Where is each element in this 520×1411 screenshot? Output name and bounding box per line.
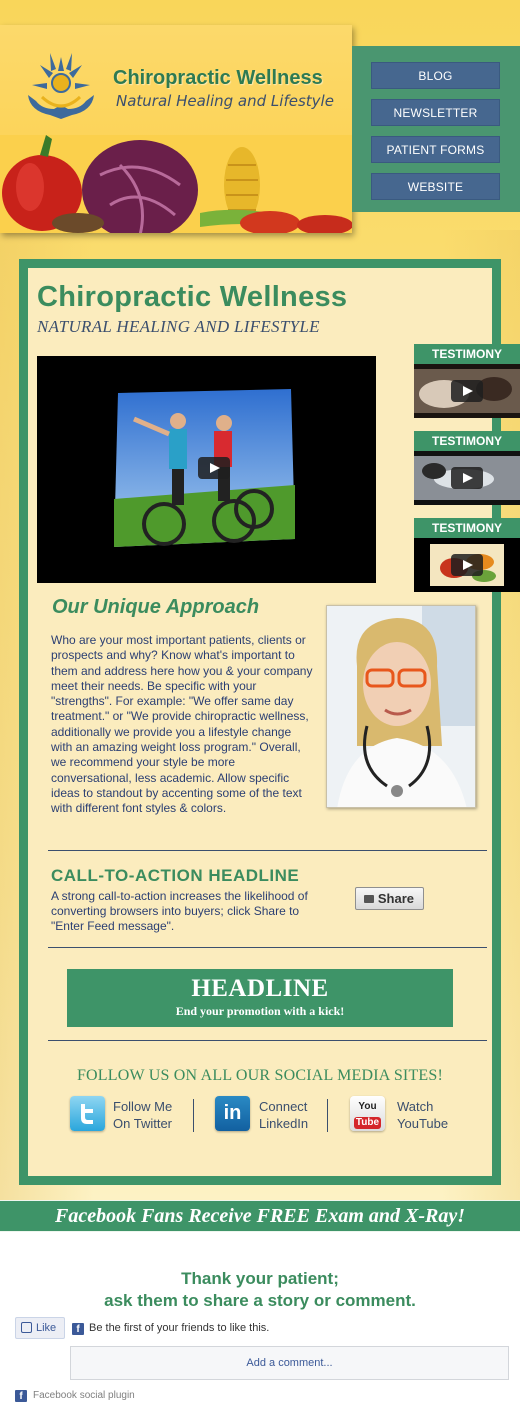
thank-you-line2: ask them to share a story or comment. xyxy=(104,1291,416,1310)
comment-icon xyxy=(364,895,374,903)
thank-you-line1: Thank your patient; xyxy=(181,1269,339,1288)
share-button[interactable]: Share xyxy=(355,887,424,910)
testimony-label-2: TESTIMONY xyxy=(414,431,520,451)
logo-icon xyxy=(28,53,94,119)
play-icon[interactable] xyxy=(198,457,230,479)
facebook-icon: f xyxy=(72,1323,84,1335)
twitter-link[interactable]: Follow Me On Twitter xyxy=(113,1098,172,1132)
testimony-label-3: TESTIMONY xyxy=(414,518,520,538)
linkedin-link[interactable]: Connect LinkedIn xyxy=(259,1098,308,1132)
nav-website-button[interactable]: WEBSITE xyxy=(371,173,500,200)
share-label: Share xyxy=(377,891,414,906)
promo-headline: HEADLINE xyxy=(191,975,329,1002)
play-icon[interactable] xyxy=(451,467,483,489)
facebook-plugin-label: Facebook social plugin xyxy=(33,1390,135,1401)
header-banner: Chiropractic Wellness Natural Healing an… xyxy=(0,25,352,233)
cta-body: A strong call-to-action increases the li… xyxy=(51,889,308,933)
cta-headline: CALL-TO-ACTION HEADLINE xyxy=(51,866,300,885)
like-button[interactable]: Like xyxy=(15,1317,65,1339)
linkedin-line1: Connect xyxy=(259,1099,308,1114)
play-icon[interactable] xyxy=(451,380,483,402)
page-subtitle: NATURAL HEALING AND LIFESTYLE xyxy=(37,317,320,336)
testimony-video-1[interactable] xyxy=(414,364,520,418)
main-video-player[interactable] xyxy=(37,356,376,583)
social-separator xyxy=(327,1099,328,1132)
thank-you-message: Thank your patient; ask them to share a … xyxy=(0,1268,520,1312)
testimony-label-1: TESTIMONY xyxy=(414,344,520,364)
twitter-line1: Follow Me xyxy=(113,1099,173,1114)
youtube-line1: Watch xyxy=(397,1099,434,1114)
play-icon[interactable] xyxy=(451,554,483,576)
section-divider xyxy=(48,1040,487,1041)
nav-blog-button[interactable]: BLOG xyxy=(371,62,500,89)
youtube-glyph-top: You xyxy=(358,1101,377,1112)
promo-subline: End your promotion with a kick! xyxy=(175,1004,345,1018)
section-divider xyxy=(48,850,487,851)
brand-subtitle: Natural Healing and Lifestyle xyxy=(116,92,334,110)
nav-newsletter-button[interactable]: NEWSLETTER xyxy=(371,99,500,126)
twitter-line2: On Twitter xyxy=(113,1116,173,1131)
nav-patient-forms-button[interactable]: PATIENT FORMS xyxy=(371,136,500,163)
like-label: Like xyxy=(36,1322,57,1334)
section-divider xyxy=(48,947,487,948)
youtube-line2: YouTube xyxy=(397,1116,449,1131)
youtube-glyph-bottom: Tube xyxy=(353,1117,382,1129)
youtube-link[interactable]: Watch YouTube xyxy=(397,1098,448,1132)
vegetables-image xyxy=(0,135,352,233)
facebook-icon: f xyxy=(15,1390,27,1402)
comment-input[interactable]: Add a comment... xyxy=(70,1346,509,1380)
promo-banner: HEADLINE End your promotion with a kick! xyxy=(67,969,453,1027)
facebook-fans-banner: Facebook Fans Receive FREE Exam and X-Ra… xyxy=(0,1200,520,1232)
doctor-image xyxy=(327,606,475,807)
testimony-video-3[interactable] xyxy=(414,538,520,592)
nav-panel: BLOG NEWSLETTER PATIENT FORMS WEBSITE xyxy=(352,46,520,212)
linkedin-icon[interactable]: in xyxy=(215,1096,250,1131)
social-separator xyxy=(193,1099,194,1132)
brand-title: Chiropractic Wellness xyxy=(113,67,323,89)
approach-body: Who are your most important patients, cl… xyxy=(51,633,313,816)
twitter-icon[interactable] xyxy=(70,1096,105,1131)
follow-us-title: FOLLOW US ON ALL OUR SOCIAL MEDIA SITES! xyxy=(76,1067,444,1084)
page-title: Chiropractic Wellness xyxy=(37,281,348,313)
approach-title: Our Unique Approach xyxy=(52,596,260,618)
doctor-photo xyxy=(326,605,476,808)
linkedin-glyph: in xyxy=(223,1102,242,1124)
like-social-text: Be the first of your friends to like thi… xyxy=(89,1322,270,1334)
linkedin-line2: LinkedIn xyxy=(259,1116,309,1131)
youtube-icon[interactable]: You Tube xyxy=(350,1096,385,1131)
thumbs-up-icon xyxy=(21,1322,32,1333)
testimony-video-2[interactable] xyxy=(414,451,520,505)
